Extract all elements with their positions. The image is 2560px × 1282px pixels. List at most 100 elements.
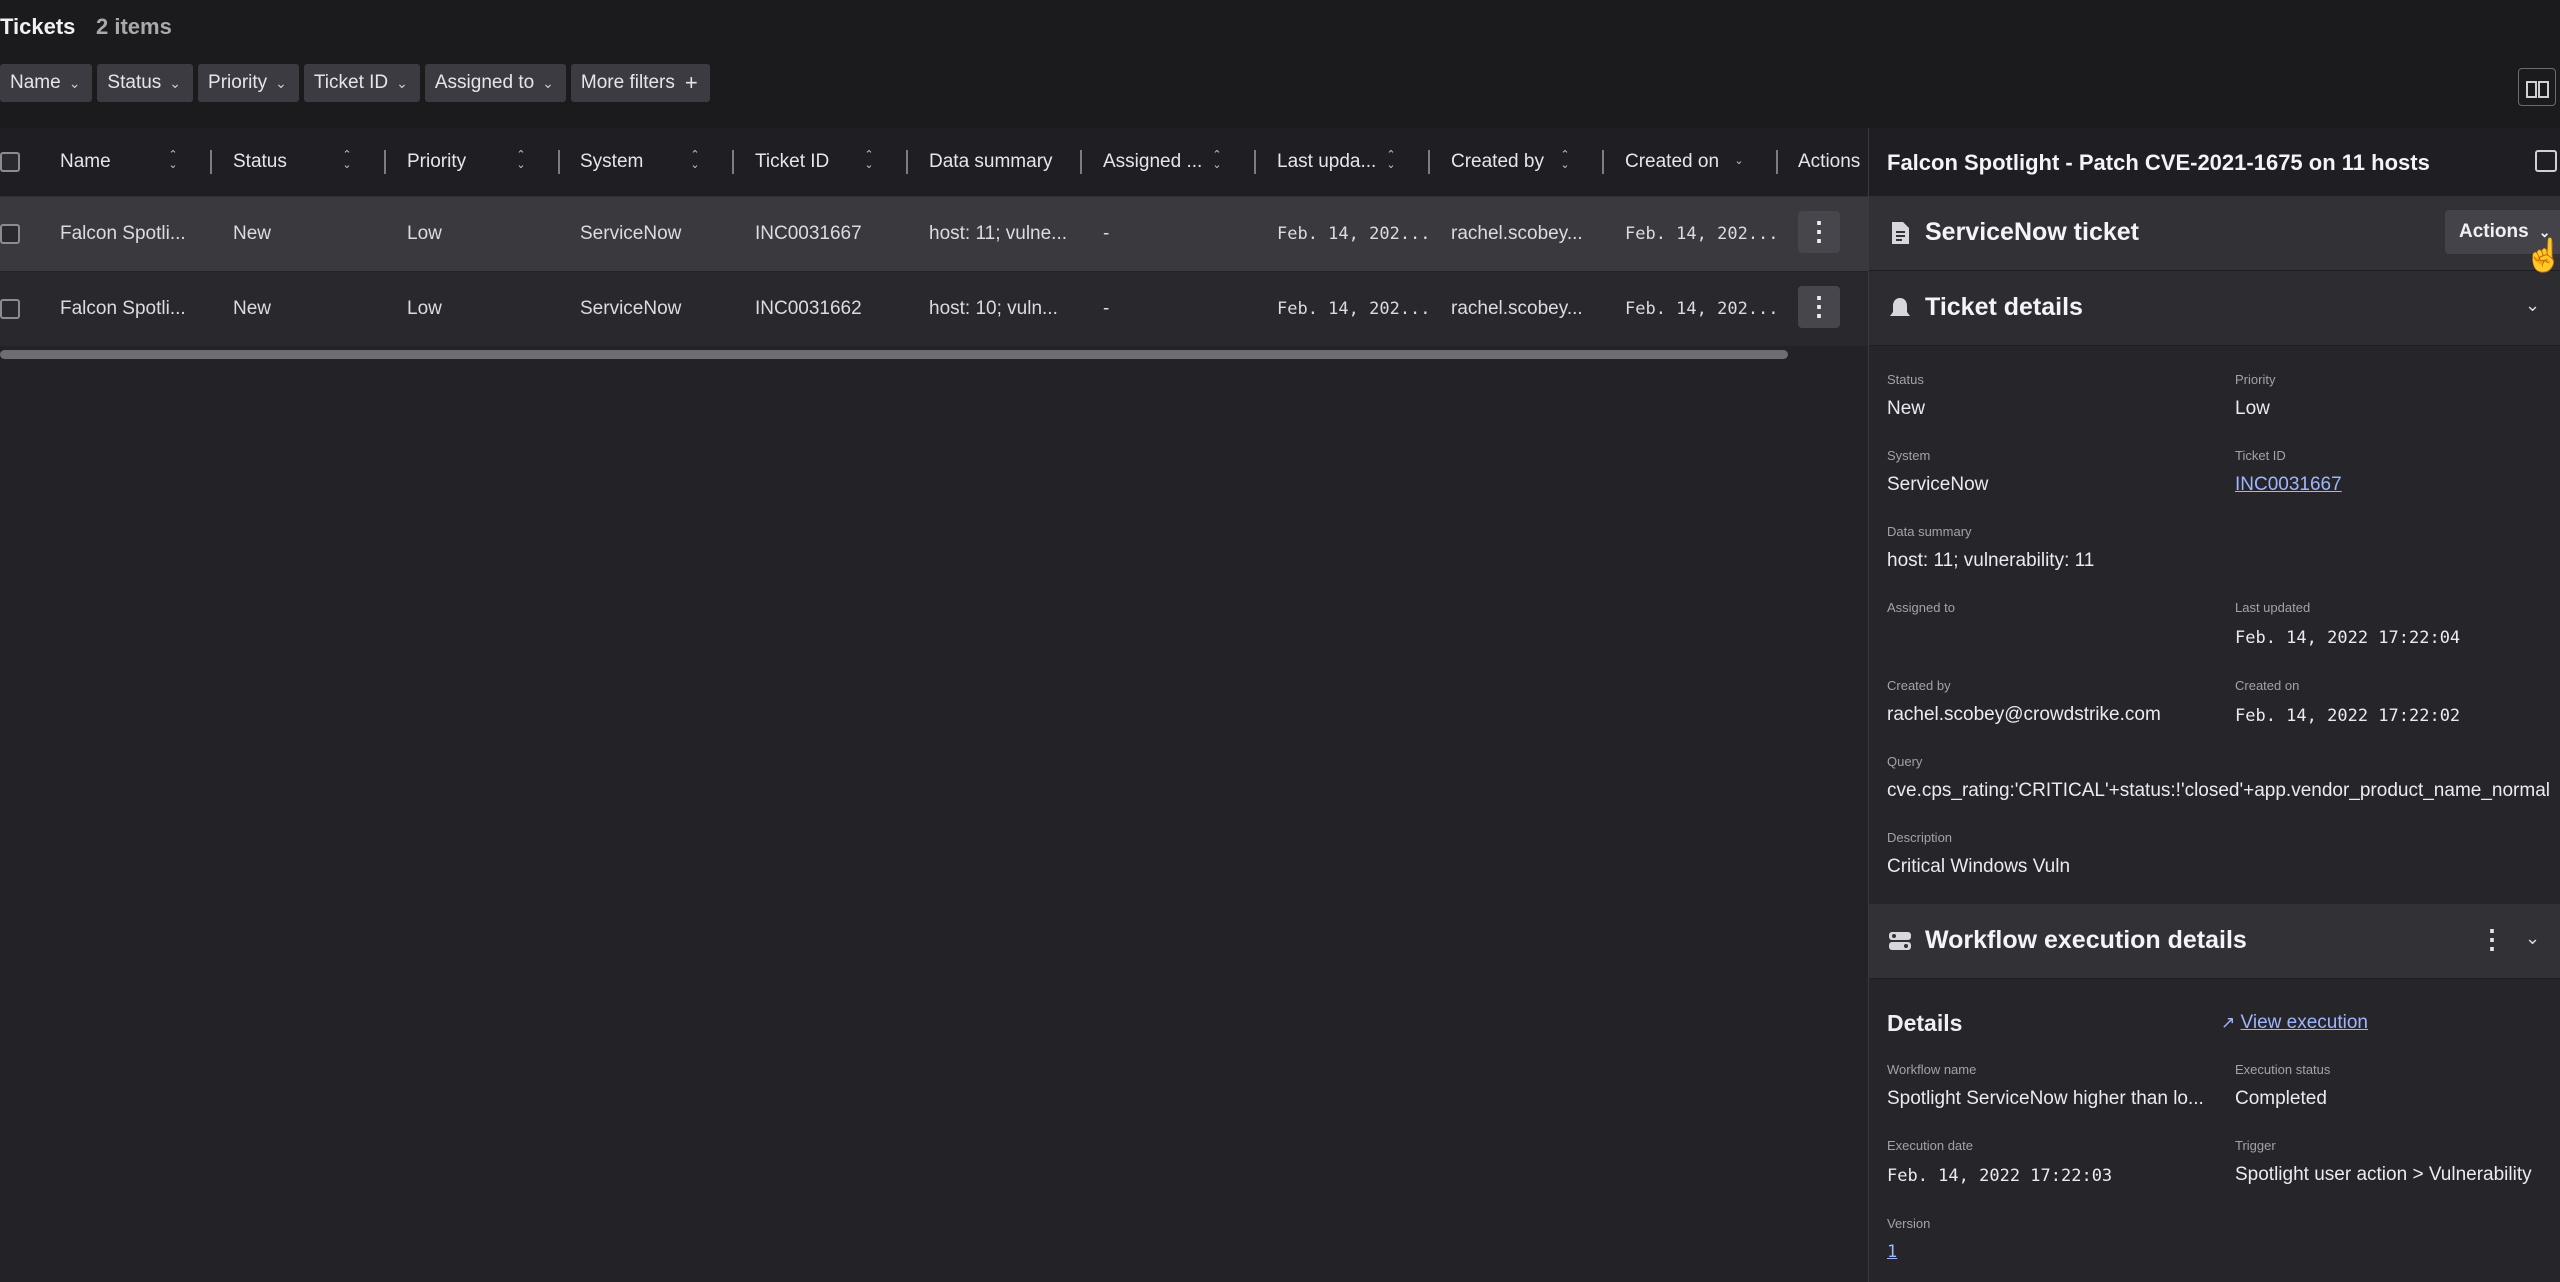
section-title: ServiceNow ticket <box>1925 218 2139 246</box>
column-divider[interactable] <box>1602 150 1604 174</box>
created-by-label: Created by <box>1887 678 1951 693</box>
filter-label: Assigned to <box>434 72 535 93</box>
cell-data-summary: host: 10; vuln... <box>929 298 1058 319</box>
column-header-system[interactable]: System <box>580 128 643 196</box>
cell-system: ServiceNow <box>580 298 682 319</box>
ticket-details-section[interactable]: Ticket details ⌄ <box>1869 271 2560 346</box>
plus-icon: + <box>684 70 698 95</box>
execution-date-label: Execution date <box>1887 1138 1974 1153</box>
external-link-icon: ↗ <box>2221 1013 2236 1032</box>
column-header-actions: Actions <box>1798 151 1861 172</box>
filter-label: More filters <box>580 72 675 93</box>
column-icon <box>2526 81 2537 98</box>
system-value: ServiceNow <box>1887 474 1989 495</box>
version-label: Version <box>1887 1216 1931 1231</box>
cell-created-on: Feb. 14, 202... <box>1625 224 1779 244</box>
panel-toggle-icon[interactable] <box>2535 150 2557 172</box>
column-divider[interactable] <box>1428 150 1430 174</box>
sort-icon[interactable]: ⌃ ⌄ <box>166 150 180 171</box>
description-value: Critical Windows Vuln <box>1887 856 2071 877</box>
filter-status-button[interactable]: Status ⌄ <box>97 64 194 102</box>
column-divider[interactable] <box>384 150 386 174</box>
column-header-name[interactable]: Name <box>60 128 111 196</box>
column-divider[interactable] <box>1080 150 1082 174</box>
view-execution-link[interactable]: ↗ View execution <box>2221 1012 2368 1034</box>
column-header-last-updated[interactable]: Last upda... <box>1277 128 1376 196</box>
column-divider[interactable] <box>1254 150 1256 174</box>
sort-desc-icon[interactable]: ⌄ <box>1732 156 1746 167</box>
view-execution-label: View execution <box>2240 1012 2368 1033</box>
column-layout-button[interactable] <box>2518 68 2556 106</box>
sort-icon[interactable]: ⌃ ⌄ <box>688 150 702 171</box>
chevron-down-icon: ⌄ <box>275 74 287 91</box>
pointer-cursor-icon: ☝ <box>2524 237 2560 273</box>
chevron-down-icon: ⌄ <box>169 74 182 91</box>
cell-status: New <box>233 298 272 319</box>
row-checkbox[interactable] <box>0 299 20 319</box>
column-divider[interactable] <box>1776 150 1778 174</box>
horizontal-scrollbar[interactable] <box>0 350 1788 359</box>
actions-label: Actions <box>2459 221 2529 242</box>
column-header-assigned[interactable]: Assigned ... <box>1103 128 1202 196</box>
execution-status-value: Completed <box>2235 1088 2327 1109</box>
priority-value: Low <box>2235 398 2270 419</box>
filter-label: Name <box>10 72 61 93</box>
ticket-id-label: Ticket ID <box>2235 448 2286 463</box>
more-filters-button[interactable]: More filters + <box>570 64 710 102</box>
cell-priority: Low <box>407 223 442 244</box>
filter-priority-button[interactable]: Priority ⌄ <box>198 64 299 102</box>
filter-ticket-id-button[interactable]: Ticket ID ⌄ <box>303 64 420 102</box>
chevron-down-icon[interactable]: ⌄ <box>2525 295 2540 316</box>
filter-name-button[interactable]: Name ⌄ <box>0 64 93 102</box>
section-title: Ticket details <box>1925 293 2083 321</box>
column-divider[interactable] <box>732 150 734 174</box>
ticket-id-link[interactable]: INC0031667 <box>2235 474 2342 496</box>
column-header-ticket-id[interactable]: Ticket ID <box>755 128 829 196</box>
row-checkbox[interactable] <box>0 224 20 244</box>
sort-icon[interactable]: ⌃ ⌄ <box>514 150 528 171</box>
query-value: cve.cps_rating:'CRITICAL'+status:!'close… <box>1887 780 2549 801</box>
table-header: Name ⌃ ⌄ Status ⌃ ⌄ Priority ⌃ ⌄ System ⌃ ⌄ … <box>0 128 1868 197</box>
column-header-created-by[interactable]: Created by <box>1451 128 1544 196</box>
data-summary-value: host: 11; vulnerability: 11 <box>1887 550 2095 571</box>
filter-label: Status <box>107 72 162 93</box>
last-updated-value: Feb. 14, 2022 17:22:04 <box>2235 628 2461 648</box>
sort-icon[interactable]: ⌃ ⌄ <box>340 150 354 171</box>
table-row[interactable]: Falcon Spotli... New Low ServiceNow INC0… <box>0 197 1868 271</box>
workflow-execution-section[interactable]: Workflow execution details ⋮ ⌄ <box>1869 904 2560 979</box>
cell-name[interactable]: Falcon Spotli... <box>60 272 186 346</box>
servicenow-ticket-section: ServiceNow ticket Actions ⌄ <box>1869 196 2560 271</box>
column-divider[interactable] <box>906 150 908 174</box>
column-divider[interactable] <box>210 150 212 174</box>
column-header-priority[interactable]: Priority <box>407 128 466 196</box>
last-updated-label: Last updated <box>2235 600 2311 615</box>
created-on-label: Created on <box>2235 678 2300 693</box>
cell-assigned: - <box>1103 223 1110 244</box>
column-header-status[interactable]: Status <box>233 128 287 196</box>
cell-last-updated: Feb. 14, 202... <box>1277 224 1431 244</box>
sort-icon[interactable]: ⌃ ⌄ <box>1384 150 1398 171</box>
chevron-down-icon[interactable]: ⌄ <box>2525 928 2540 949</box>
column-divider[interactable] <box>558 150 560 174</box>
trigger-label: Trigger <box>2235 1138 2276 1153</box>
cell-priority: Low <box>407 298 442 319</box>
row-actions-kebab-icon[interactable]: ⋮ <box>1798 286 1840 328</box>
sort-icon[interactable]: ⌃ ⌄ <box>1558 150 1572 171</box>
version-link[interactable]: 1 <box>1887 1242 1897 1262</box>
trigger-value: Spotlight user action > Vulnerability <box>2235 1164 2532 1185</box>
filter-label: Ticket ID <box>313 72 389 93</box>
sort-icon[interactable]: ⌃ ⌄ <box>862 150 876 171</box>
sort-icon[interactable]: ⌃ ⌄ <box>1210 150 1224 171</box>
select-all-checkbox[interactable] <box>0 152 20 172</box>
column-header-created-on[interactable]: Created on <box>1625 128 1719 196</box>
cell-name[interactable]: Falcon Spotli... <box>60 197 186 271</box>
workflow-name-value: Spotlight ServiceNow higher than lo... <box>1887 1088 2204 1109</box>
data-summary-label: Data summary <box>1887 524 1972 539</box>
row-actions-kebab-icon[interactable]: ⋮ <box>1798 211 1840 253</box>
more-options-kebab-icon[interactable]: ⋮ <box>2479 924 2505 955</box>
cell-created-by: rachel.scobey... <box>1451 223 1583 244</box>
cell-ticket-id: INC0031667 <box>755 223 862 244</box>
filter-assigned-to-button[interactable]: Assigned to ⌄ <box>424 64 566 102</box>
execution-status-label: Execution status <box>2235 1062 2331 1077</box>
table-row[interactable]: Falcon Spotli... New Low ServiceNow INC0… <box>0 272 1868 346</box>
